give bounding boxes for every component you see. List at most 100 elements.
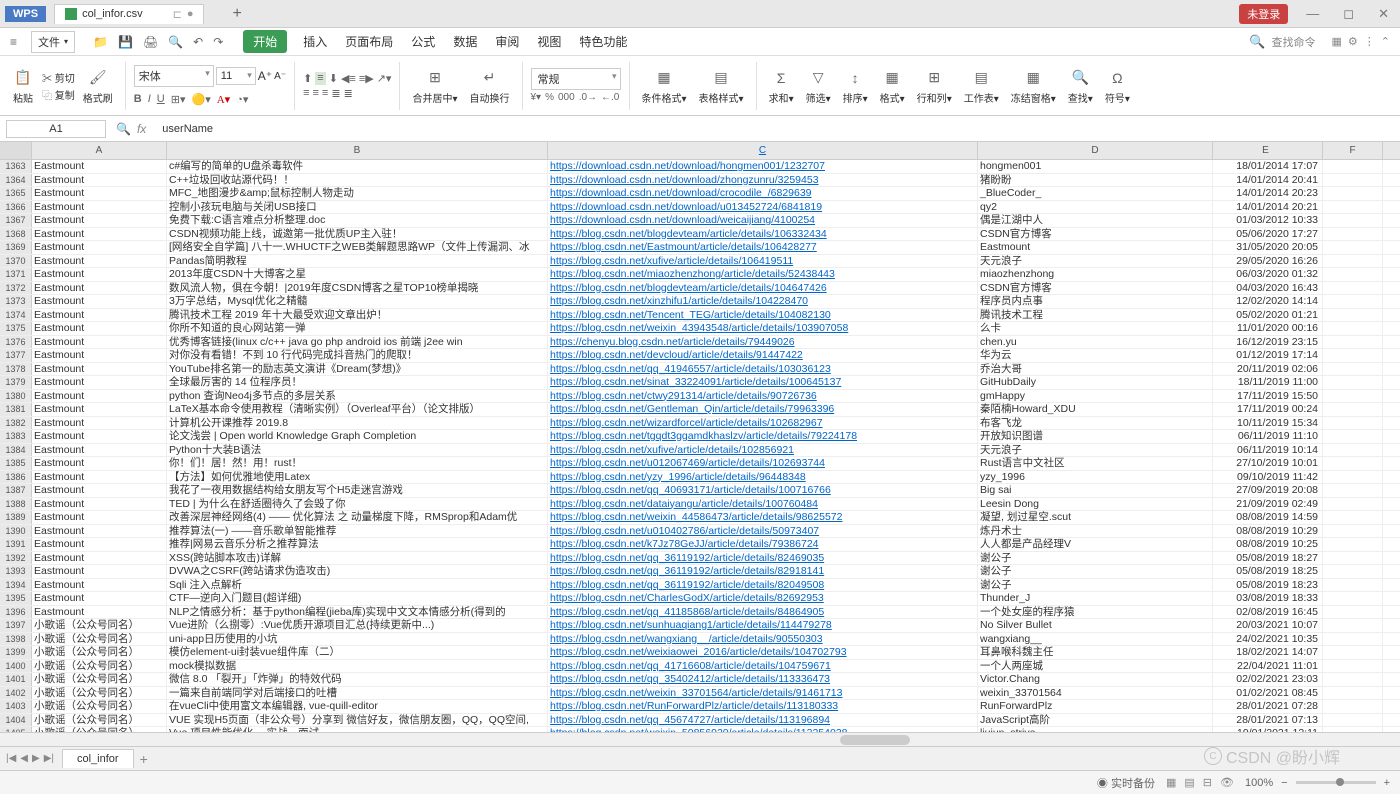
cell[interactable]: 猪盼盼 — [978, 174, 1213, 187]
cell[interactable]: 腾讯技术工程 2019 年十大最受欢迎文章出炉！ — [167, 309, 548, 322]
cell[interactable] — [1323, 687, 1383, 700]
rowcol-button[interactable]: ⊞行和列▾ — [913, 67, 956, 105]
cell[interactable]: 16/12/2019 23:15 — [1213, 336, 1323, 349]
table-row[interactable]: 1389Eastmount改善深层神经网络(4) —— 优化算法 之 动量梯度下… — [0, 511, 1400, 525]
cell[interactable]: 小歌谣（公众号同名） — [32, 633, 167, 646]
cell[interactable]: Eastmount — [32, 430, 167, 443]
cell[interactable]: weixin_33701564 — [978, 687, 1213, 700]
cell[interactable]: 凝望, 划过星空.scut — [978, 511, 1213, 524]
worksheet-button[interactable]: ▤工作表▾ — [960, 67, 1003, 105]
row-header[interactable]: 1395 — [0, 592, 32, 605]
cell[interactable]: 28/01/2021 07:13 — [1213, 714, 1323, 727]
cell[interactable]: 计算机公开课推荐 2019.8 — [167, 417, 548, 430]
cell-link[interactable]: https://blog.csdn.net/yzy_1996/article/d… — [548, 471, 978, 484]
distribute-icon[interactable]: ≣ — [344, 87, 353, 100]
cell[interactable]: Thunder_J — [978, 592, 1213, 605]
cell[interactable]: CSDN官方博客 — [978, 228, 1213, 241]
file-tab[interactable]: col_infor.csv ⊏ ● — [54, 4, 204, 24]
cell[interactable]: Eastmount — [32, 201, 167, 214]
cell[interactable]: 02/02/2021 23:03 — [1213, 673, 1323, 686]
cell-link[interactable]: https://blog.csdn.net/qq_45674727/articl… — [548, 714, 978, 727]
cell-link[interactable]: https://download.csdn.net/download/croco… — [548, 187, 978, 200]
row-header[interactable]: 1372 — [0, 282, 32, 295]
cell-link[interactable]: https://blog.csdn.net/qq_36119192/articl… — [548, 579, 978, 592]
cell[interactable]: VUE 实现H5页面（非公众号）分享到 微信好友，微信朋友圈，QQ，QQ空间, — [167, 714, 548, 727]
table-row[interactable]: 1400小歌谣（公众号同名）mock模拟数据https://blog.csdn.… — [0, 660, 1400, 674]
row-header[interactable]: 1403 — [0, 700, 32, 713]
cell[interactable]: Eastmount — [32, 511, 167, 524]
cell[interactable]: 29/05/2020 16:26 — [1213, 255, 1323, 268]
table-row[interactable]: 1402小歌谣（公众号同名）一篇来自前端同学对后端接口的吐槽https://bl… — [0, 687, 1400, 701]
cell[interactable] — [1323, 390, 1383, 403]
first-sheet-icon[interactable]: |◀ — [6, 753, 16, 764]
cell[interactable]: 程序员内点事 — [978, 295, 1213, 308]
cell[interactable]: Eastmount — [32, 457, 167, 470]
cell[interactable] — [1323, 417, 1383, 430]
cell[interactable]: 小歌谣（公众号同名） — [32, 619, 167, 632]
undo-icon[interactable]: ↶ — [193, 35, 203, 49]
row-header[interactable]: 1377 — [0, 349, 32, 362]
cell[interactable] — [1323, 241, 1383, 254]
row-header[interactable]: 1369 — [0, 241, 32, 254]
cell-link[interactable]: https://blog.csdn.net/miaozhenzhong/arti… — [548, 268, 978, 281]
wrap-button[interactable]: ↵自动换行 — [466, 67, 514, 105]
align-mid-icon[interactable]: ≡ — [315, 72, 325, 85]
cell[interactable]: 04/03/2020 16:43 — [1213, 282, 1323, 295]
tab-pin-icon[interactable]: ⊏ — [173, 8, 182, 21]
cell[interactable]: Eastmount — [32, 255, 167, 268]
format-painter[interactable]: 🖌 格式刷 — [79, 67, 117, 105]
row-header[interactable]: 1391 — [0, 538, 32, 551]
cell[interactable]: 01/02/2021 08:45 — [1213, 687, 1323, 700]
cell[interactable]: 10/11/2019 15:34 — [1213, 417, 1323, 430]
zoom-level[interactable]: 100% — [1245, 777, 1273, 789]
cell[interactable]: Eastmount — [32, 295, 167, 308]
menu-insert[interactable]: 插入 — [301, 30, 329, 53]
cell[interactable]: 数风流人物，俱在今朝！|2019年度CSDN博客之星TOP10榜单揭晓 — [167, 282, 548, 295]
cell[interactable]: 14/01/2014 20:41 — [1213, 174, 1323, 187]
sort-button[interactable]: ↕排序▾ — [839, 67, 872, 105]
cell[interactable]: 28/01/2021 07:28 — [1213, 700, 1323, 713]
cell[interactable]: 控制小孩玩电脑与关闭USB接口 — [167, 201, 548, 214]
dec-decimal-icon[interactable]: ←.0 — [601, 92, 619, 103]
brush-icon[interactable]: 🖌 — [87, 67, 109, 89]
menu-start[interactable]: 开始 — [243, 30, 287, 53]
cell[interactable]: wangxiang__ — [978, 633, 1213, 646]
row-header[interactable]: 1390 — [0, 525, 32, 538]
row-header[interactable]: 1374 — [0, 309, 32, 322]
print-icon[interactable]: 🖨 — [143, 35, 158, 49]
cell[interactable] — [1323, 309, 1383, 322]
cell[interactable]: 08/08/2019 10:25 — [1213, 538, 1323, 551]
cell[interactable]: 01/03/2012 10:33 — [1213, 214, 1323, 227]
search-placeholder[interactable]: 查找命令 — [1272, 34, 1316, 50]
view-reading-icon[interactable]: 👁 — [1217, 774, 1237, 791]
fill-color-icon[interactable]: 🟡▾ — [192, 93, 211, 106]
cell-link[interactable]: https://blog.csdn.net/sunhuaqiang1/artic… — [548, 619, 978, 632]
cell[interactable]: 天元浪子 — [978, 444, 1213, 457]
cell[interactable] — [1323, 457, 1383, 470]
cell[interactable]: 06/03/2020 01:32 — [1213, 268, 1323, 281]
cell[interactable]: C++垃圾回收站源代码！！ — [167, 174, 548, 187]
last-sheet-icon[interactable]: ▶| — [44, 753, 54, 764]
backup-indicator[interactable]: ◉ 实时备份 — [1097, 775, 1155, 791]
cell[interactable]: 华为云 — [978, 349, 1213, 362]
cell[interactable]: 人人都是产品经理V — [978, 538, 1213, 551]
cell-link[interactable]: https://blog.csdn.net/Gentleman_Qin/arti… — [548, 403, 978, 416]
cell[interactable] — [1323, 363, 1383, 376]
cell[interactable]: Eastmount — [32, 525, 167, 538]
table-row[interactable]: 1363Eastmountc#编写的简单的U盘杀毒软件https://downl… — [0, 160, 1400, 174]
cell[interactable]: Eastmount — [32, 390, 167, 403]
table-row[interactable]: 1366Eastmount控制小孩玩电脑与关闭USB接口https://down… — [0, 201, 1400, 215]
cell[interactable]: 18/11/2019 11:00 — [1213, 376, 1323, 389]
cell[interactable]: 27/10/2019 10:01 — [1213, 457, 1323, 470]
cell[interactable]: Eastmount — [32, 241, 167, 254]
cell[interactable]: 在vueCli中使用富文本编辑器, vue-quill-editor — [167, 700, 548, 713]
view-pagelayout-icon[interactable]: ▤ — [1181, 774, 1197, 791]
table-row[interactable]: 1365EastmountMFC_地图漫步&amp;鼠标控制人物走动https:… — [0, 187, 1400, 201]
cell-link[interactable]: https://blog.csdn.net/tgqdt3ggamdkhaslzv… — [548, 430, 978, 443]
cell[interactable]: 腾讯技术工程 — [978, 309, 1213, 322]
cell[interactable]: hongmen001 — [978, 160, 1213, 173]
cell[interactable] — [1323, 160, 1383, 173]
row-header[interactable]: 1364 — [0, 174, 32, 187]
cell[interactable] — [1323, 322, 1383, 335]
cell[interactable]: 小歌谣（公众号同名） — [32, 687, 167, 700]
